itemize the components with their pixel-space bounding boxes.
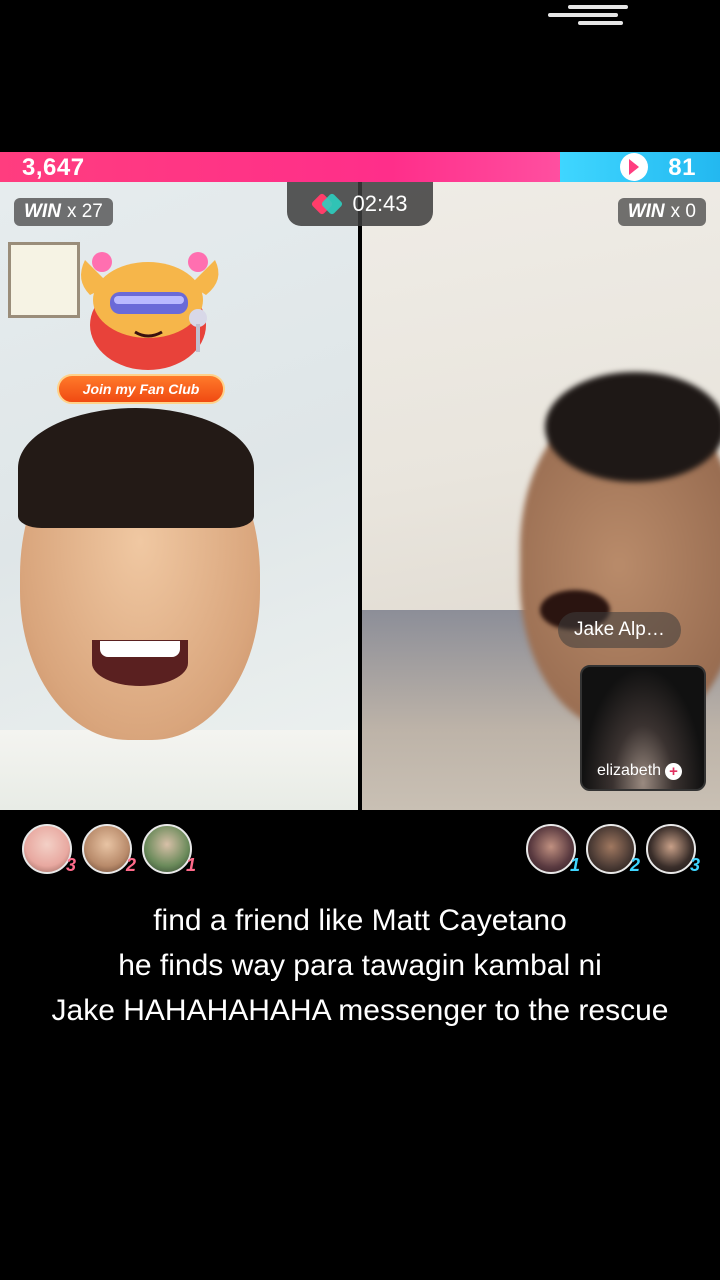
avatar (142, 824, 192, 874)
left-score: 3,647 (22, 154, 85, 181)
right-win-badge: WIN x 0 (617, 198, 706, 226)
supporter-avatar[interactable]: 1 (526, 824, 580, 875)
supporter-avatar[interactable]: 3 (22, 824, 76, 875)
guest-label: elizabeth + (597, 762, 683, 780)
caption-line: Jake HAHAHAHAHA messenger to the rescue (51, 994, 669, 1027)
right-top-supporters: 1 2 3 (526, 824, 700, 875)
split-divider (358, 182, 362, 806)
avatar (586, 824, 636, 874)
right-score: 81 (668, 154, 696, 181)
left-win-count: x 27 (66, 201, 103, 222)
supporter-rank: 1 (569, 855, 580, 875)
caption-line: find a friend like Matt Cayetano (153, 904, 567, 937)
left-win-badge: WIN x 27 (14, 198, 113, 226)
supporter-rank: 2 (629, 855, 640, 875)
avatar (526, 824, 576, 874)
right-host-hair (545, 372, 720, 482)
supporter-avatar[interactable]: 3 (646, 824, 700, 875)
supporter-rank: 3 (689, 855, 700, 875)
left-host-hair (18, 408, 254, 528)
follow-plus-icon[interactable]: + (665, 762, 683, 780)
fan-club-mascot-icon[interactable] (70, 240, 230, 370)
right-win-count: x 0 (670, 201, 696, 222)
video-caption: find a friend like Matt Cayetano he find… (0, 898, 720, 1033)
battle-icon (311, 192, 344, 216)
supporter-avatar[interactable]: 1 (142, 824, 196, 875)
left-score-segment: 3,647 (0, 152, 560, 182)
supporter-rank: 3 (65, 855, 76, 875)
flame-icon (620, 153, 648, 181)
battle-timer: 02:43 (287, 182, 433, 226)
left-host-shirt (0, 730, 358, 810)
avatar (82, 824, 132, 874)
supporter-avatar[interactable]: 2 (82, 824, 136, 875)
supporter-avatar[interactable]: 2 (586, 824, 640, 875)
right-host-name-tag[interactable]: Jake Alp… (558, 612, 681, 648)
battle-score-bar: 3,647 81 (0, 152, 720, 182)
streak-lines-icon (548, 3, 648, 27)
avatar (22, 824, 72, 874)
left-top-supporters: 3 2 1 (22, 824, 196, 875)
avatar (646, 824, 696, 874)
caption-line: he finds way para tawagin kambal ni (118, 949, 602, 982)
supporter-rank: 2 (125, 855, 136, 875)
join-fan-club-button[interactable]: Join my Fan Club (57, 374, 225, 404)
supporter-rank: 1 (185, 855, 196, 875)
left-win-label: WIN (24, 201, 61, 222)
left-host-teeth (100, 641, 180, 657)
guest-name: elizabeth (597, 762, 662, 779)
timer-text: 02:43 (352, 191, 408, 216)
right-win-label: WIN (627, 201, 665, 222)
